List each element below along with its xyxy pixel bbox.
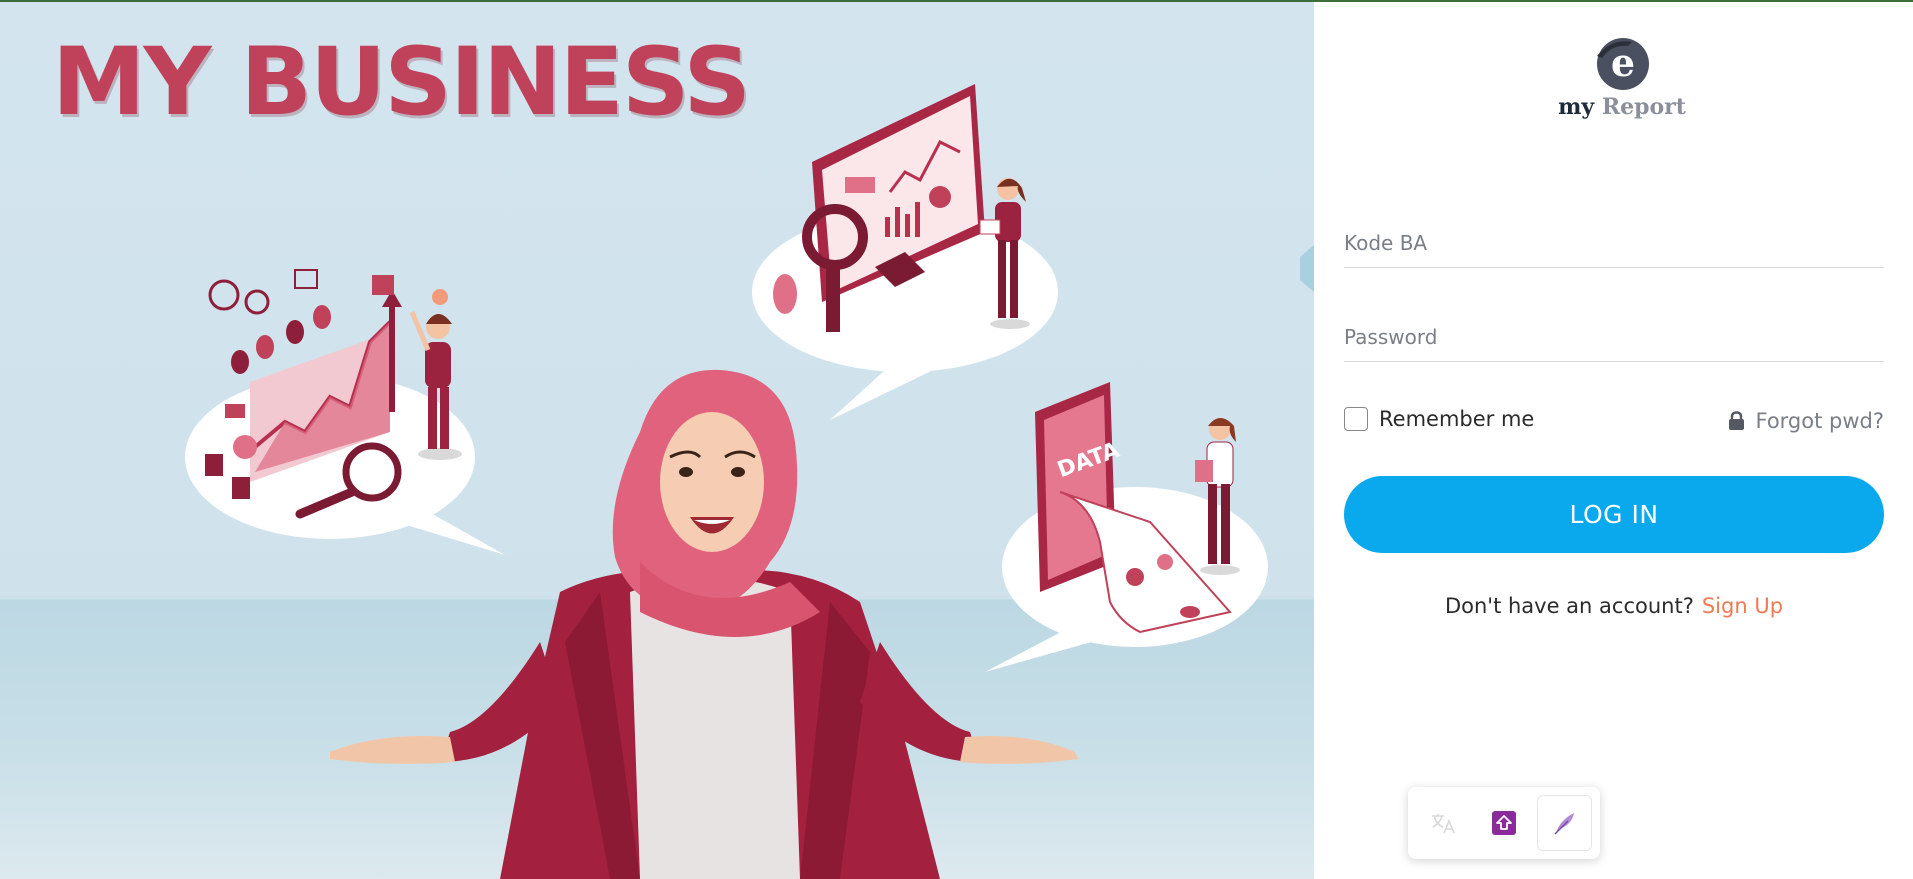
login-panel: e my Report Remember me Forgot pwd? LOG … <box>1314 2 1913 879</box>
logo-wordmark: my Report <box>1554 94 1690 120</box>
logo-e-icon: e <box>1597 38 1649 90</box>
app-logo: e my Report <box>1554 32 1690 128</box>
translate-icon <box>1432 814 1456 834</box>
remember-me-label: Remember me <box>1379 407 1535 431</box>
login-button[interactable]: LOG IN <box>1344 476 1884 553</box>
feather-button[interactable] <box>1537 795 1593 851</box>
logo-text-my: my <box>1558 94 1595 120</box>
password-input[interactable] <box>1344 316 1884 362</box>
kode-ba-input[interactable] <box>1344 222 1884 268</box>
signup-link[interactable]: Sign Up <box>1702 594 1783 618</box>
upload-button[interactable] <box>1477 795 1532 851</box>
signup-row: Don't have an account? Sign Up <box>1344 594 1884 618</box>
logo-letter: e <box>1611 40 1635 85</box>
forgot-password-label: Forgot pwd? <box>1755 409 1884 433</box>
feather-icon <box>1554 813 1574 835</box>
monitor-analytics-bubble <box>752 84 1058 420</box>
translate-button[interactable] <box>1416 795 1471 851</box>
mobile-data-bubble: DATA <box>985 382 1268 672</box>
floating-toolbar <box>1408 787 1600 859</box>
decor-diamond-shape <box>1300 245 1314 292</box>
upload-icon <box>1491 811 1516 835</box>
signup-prompt: Don't have an account? <box>1444 594 1694 618</box>
logo-text-report: Report <box>1601 94 1686 120</box>
hero-banner: MY BUSINESS DATA <box>0 2 1314 879</box>
hero-illustration: DATA <box>185 84 1314 879</box>
remember-me-checkbox[interactable] <box>1344 407 1368 431</box>
lock-icon <box>1729 411 1745 430</box>
forgot-password-link[interactable]: Forgot pwd? <box>1728 409 1884 433</box>
top-border-line <box>0 0 1913 2</box>
remember-me-option[interactable]: Remember me <box>1344 407 1534 431</box>
growth-chart-bubble <box>185 269 505 555</box>
